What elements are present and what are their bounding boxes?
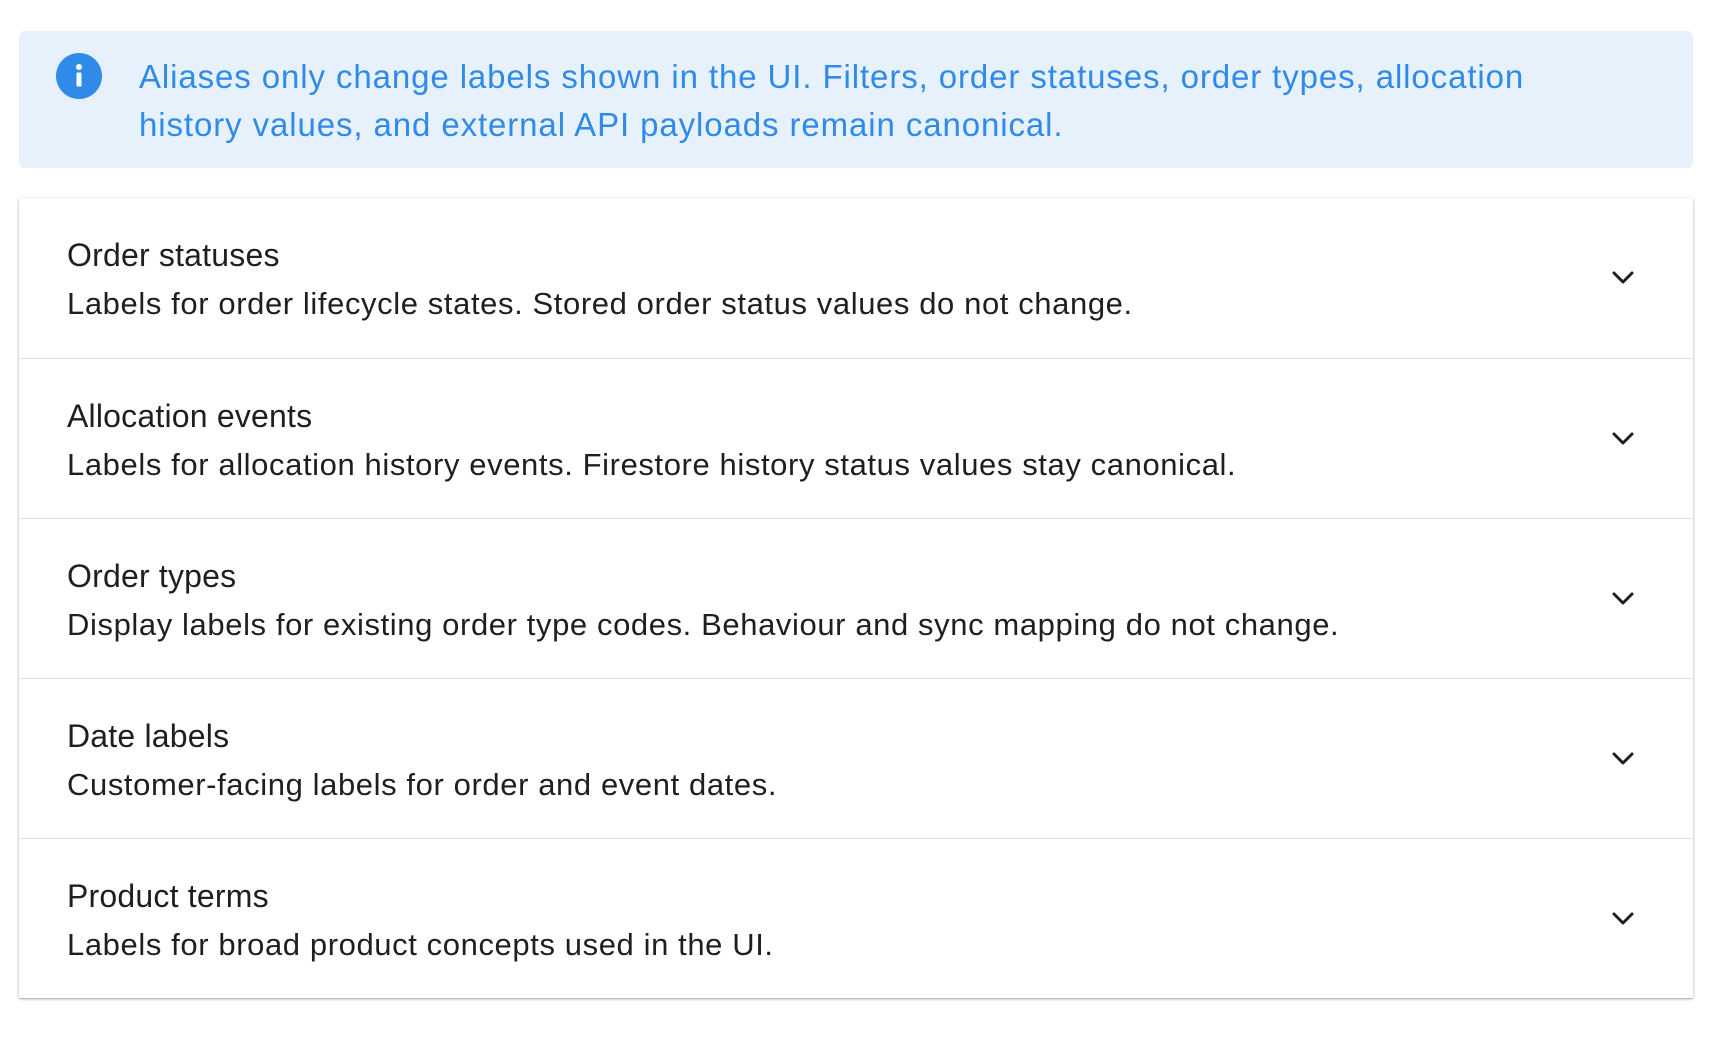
accordion-item-description: Labels for allocation history events. Fi…	[67, 447, 1237, 482]
alias-sections-accordion: Order statuses Labels for order lifecycl…	[19, 198, 1693, 998]
accordion-item-product-terms[interactable]: Product terms Labels for broad product c…	[19, 838, 1693, 998]
info-banner-text: Aliases only change labels shown in the …	[139, 58, 1525, 143]
accordion-item-title: Product terms	[67, 878, 269, 914]
chevron-down-icon[interactable]	[1609, 744, 1637, 772]
accordion-item-description: Labels for order lifecycle states. Store…	[67, 286, 1133, 321]
accordion-item-title: Order types	[67, 558, 237, 594]
accordion-item-description: Display labels for existing order type c…	[67, 607, 1340, 642]
accordion-item-description: Labels for broad product concepts used i…	[67, 927, 774, 962]
chevron-down-icon[interactable]	[1609, 584, 1637, 612]
accordion-item-allocation-events[interactable]: Allocation events Labels for allocation …	[19, 358, 1693, 518]
accordion-item-title: Allocation events	[67, 398, 313, 434]
accordion-item-title: Date labels	[67, 718, 230, 754]
accordion-item-date-labels[interactable]: Date labels Customer-facing labels for o…	[19, 678, 1693, 838]
accordion-item-title: Order statuses	[67, 237, 280, 273]
accordion-item-description: Customer-facing labels for order and eve…	[67, 767, 778, 802]
chevron-down-icon[interactable]	[1609, 424, 1637, 452]
chevron-down-icon[interactable]	[1609, 263, 1637, 291]
chevron-down-icon[interactable]	[1609, 904, 1637, 932]
accordion-item-order-statuses[interactable]: Order statuses Labels for order lifecycl…	[19, 198, 1693, 358]
info-banner: Aliases only change labels shown in the …	[19, 31, 1693, 168]
accordion-item-order-types[interactable]: Order types Display labels for existing …	[19, 518, 1693, 678]
info-icon	[56, 53, 102, 99]
page-content: Aliases only change labels shown in the …	[19, 31, 1693, 998]
